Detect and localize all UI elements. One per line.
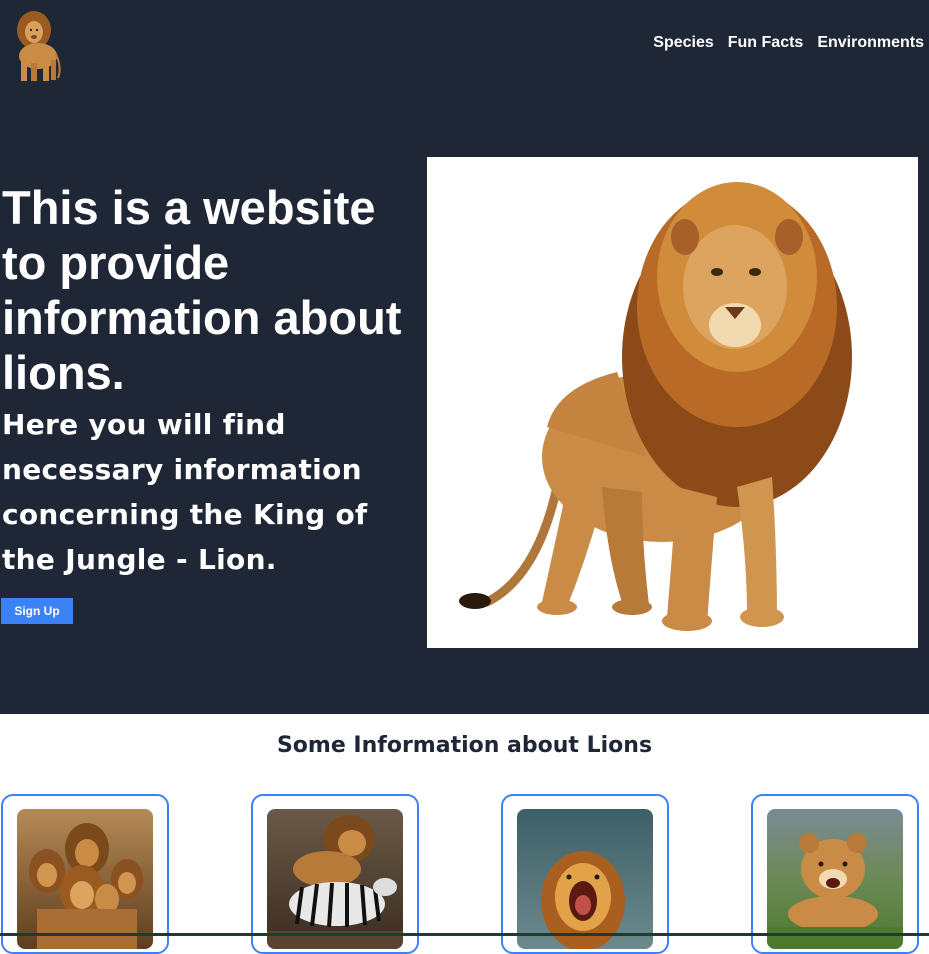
lion-cub-image [767, 809, 903, 949]
lion-hunting-zebra-image [267, 809, 403, 949]
sign-up-button[interactable]: Sign Up [1, 598, 73, 624]
info-card[interactable] [751, 794, 919, 954]
main-nav: Species Fun Facts Environments [653, 34, 924, 52]
section-title: Some Information about Lions [276, 733, 653, 758]
hero-subtitle: Here you will find necessary information… [2, 408, 368, 576]
nav-fun-facts-link[interactable]: Fun Facts [728, 34, 804, 52]
info-card[interactable] [501, 794, 669, 954]
nav-environments-link[interactable]: Environments [817, 34, 924, 52]
lion-logo-icon[interactable] [4, 6, 64, 84]
hero-title: This is a website to provide information… [2, 181, 402, 399]
info-card[interactable] [251, 794, 419, 954]
standing-lion-image [427, 157, 918, 648]
info-card[interactable] [1, 794, 169, 954]
roaring-lion-image [517, 809, 653, 949]
nav-species-link[interactable]: Species [653, 34, 713, 52]
lion-pride-image [17, 809, 153, 949]
